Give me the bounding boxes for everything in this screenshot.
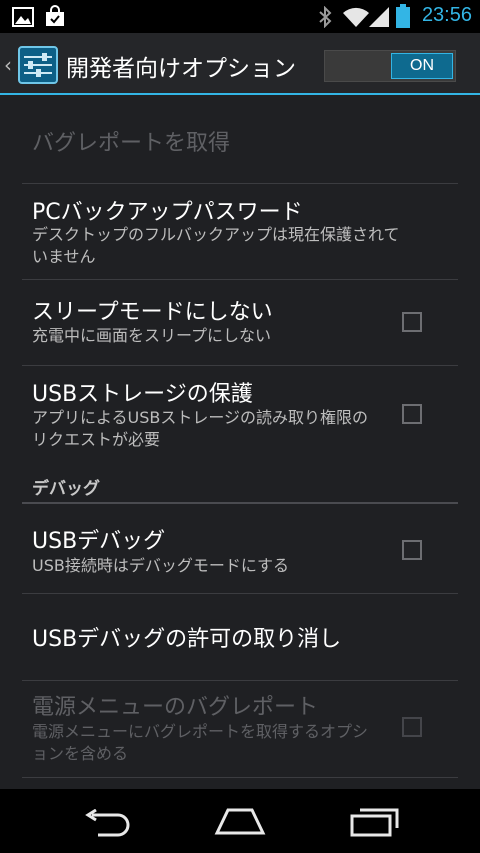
item-title: スリープモードにしない bbox=[32, 300, 273, 325]
item-title: PCバックアップパスワード bbox=[32, 200, 303, 225]
stay-awake-checkbox[interactable] bbox=[402, 312, 422, 332]
developer-options-switch[interactable]: ON bbox=[324, 50, 456, 82]
back-icon[interactable] bbox=[82, 809, 132, 837]
section-divider bbox=[22, 502, 458, 504]
item-summary: 電源メニューにバグレポートを取得するオプションを含める bbox=[32, 722, 369, 763]
status-bar: 23:56 bbox=[0, 0, 480, 33]
divider bbox=[22, 777, 458, 778]
list-item-stay-awake[interactable]: スリープモードにしない 充電中に画面をスリープにしない bbox=[0, 280, 480, 365]
list-item-power-menu-bug-report[interactable]: 電源メニューのバグレポート 電源メニューにバグレポートを取得するオプションを含め… bbox=[0, 681, 480, 777]
bluetooth-icon bbox=[319, 6, 332, 28]
list-item-usb-debugging[interactable]: USBデバッグ USB接続時はデバッグモードにする bbox=[0, 505, 480, 593]
usb-storage-protect-checkbox[interactable] bbox=[402, 404, 422, 424]
navigation-bar bbox=[0, 789, 480, 853]
item-title: 電源メニューのバグレポート bbox=[32, 695, 319, 720]
signal-icon bbox=[369, 7, 389, 27]
up-caret-icon[interactable]: ‹ bbox=[4, 53, 12, 77]
item-summary: USB接続時はデバッグモードにする bbox=[32, 556, 290, 575]
action-bar: ‹ 開発者向けオプション ON bbox=[0, 33, 480, 95]
list-item-bug-report[interactable]: バグレポートを取得 bbox=[0, 97, 480, 183]
list-item-backup-password[interactable]: PCバックアップパスワード デスクトップのフルバックアップは現在保護されていませ… bbox=[0, 184, 480, 279]
shopping-bag-icon bbox=[46, 5, 64, 26]
switch-on-label: ON bbox=[391, 53, 453, 79]
wifi-icon bbox=[343, 7, 369, 28]
list-item-usb-storage-protect[interactable]: USBストレージの保護 アプリによるUSBストレージの読み取り権限のリクエストが… bbox=[0, 366, 480, 466]
preference-list: バグレポートを取得 PCバックアップパスワード デスクトップのフルバックアップは… bbox=[0, 97, 480, 789]
clock: 23:56 bbox=[421, 4, 472, 26]
recents-icon[interactable] bbox=[350, 807, 400, 837]
item-summary: アプリによるUSBストレージの読み取り権限のリクエストが必要 bbox=[32, 408, 369, 449]
home-icon[interactable] bbox=[214, 807, 266, 835]
item-title: バグレポートを取得 bbox=[32, 131, 231, 156]
settings-sliders-icon[interactable] bbox=[18, 46, 58, 84]
item-title: USBデバッグ bbox=[32, 529, 166, 554]
list-item-revoke-usb-debugging[interactable]: USBデバッグの許可の取り消し bbox=[0, 594, 480, 680]
power-menu-bug-report-checkbox[interactable] bbox=[402, 717, 422, 737]
gallery-icon bbox=[12, 7, 34, 27]
usb-debugging-checkbox[interactable] bbox=[402, 540, 422, 560]
item-title: USBストレージの保護 bbox=[32, 382, 253, 407]
item-summary: デスクトップのフルバックアップは現在保護されていません bbox=[32, 225, 400, 266]
item-title: USBデバッグの許可の取り消し bbox=[32, 627, 342, 652]
page-title: 開発者向けオプション bbox=[66, 56, 296, 82]
battery-icon bbox=[396, 4, 410, 28]
item-summary: 充電中に画面をスリープにしない bbox=[32, 326, 272, 345]
section-header-debug: デバッグ bbox=[32, 479, 100, 499]
